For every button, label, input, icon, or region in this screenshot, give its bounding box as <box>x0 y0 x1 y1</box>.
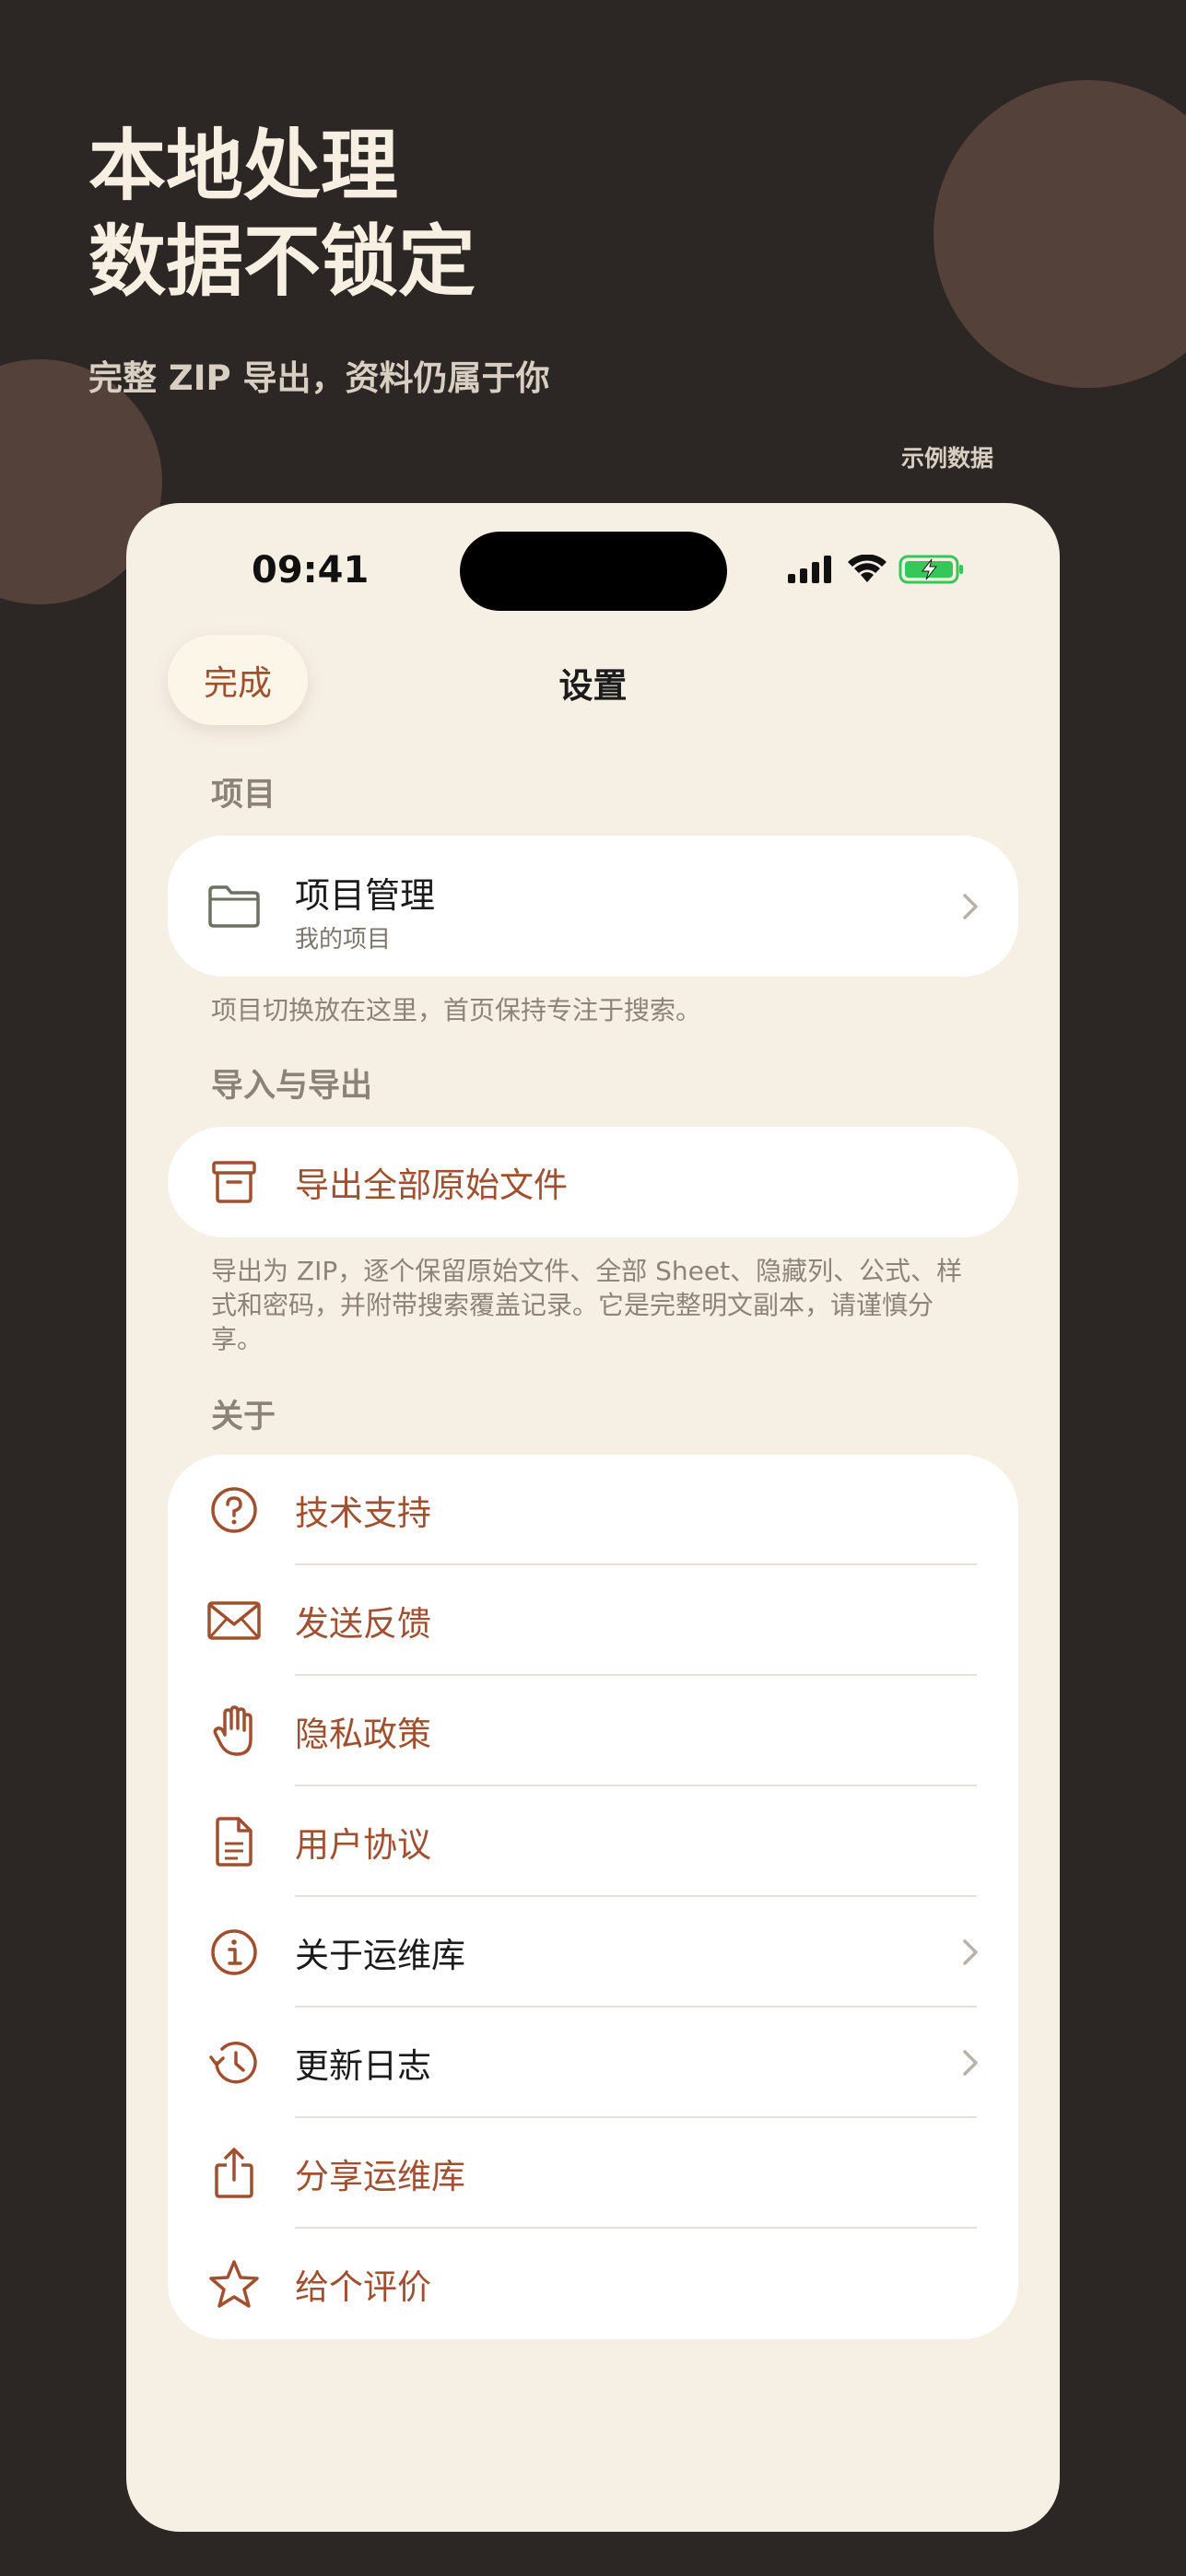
project-management-title: 项目管理 <box>295 875 436 916</box>
changelog-row[interactable]: 更新日志 <box>168 2008 1018 2118</box>
sample-data-tag: 示例数据 <box>900 445 993 472</box>
screen: 本地处理 数据不锁定 完整 ZIP 导出，资料仍属于你 示例数据 09:41 完… <box>0 0 1186 2576</box>
section-header-import-export: 导入与导出 <box>211 1068 373 1105</box>
signal-icon <box>788 556 831 583</box>
about-app-row[interactable]: 关于运维库 <box>168 1897 1018 2008</box>
hero-title-line: 数据不锁定 <box>88 217 476 307</box>
star-icon <box>206 2256 262 2312</box>
dynamic-island <box>460 532 727 611</box>
chevron-right-icon <box>963 2050 978 2076</box>
privacy-label: 隐私政策 <box>295 1715 431 1754</box>
envelope-icon <box>206 1593 262 1648</box>
about-card: 技术支持 发送反馈 隐私政策 用户协议 关于运维库 更新日志 分享运维库 给个评… <box>168 1455 1018 2339</box>
rate-row[interactable]: 给个评价 <box>168 2229 1018 2339</box>
export-card: 导出全部原始文件 <box>168 1127 1018 1237</box>
archive-icon <box>206 1154 262 1210</box>
feedback-row[interactable]: 发送反馈 <box>168 1565 1018 1676</box>
history-icon <box>206 2035 262 2090</box>
project-management-subtitle: 我的项目 <box>295 926 392 954</box>
status-icons <box>788 551 965 588</box>
export-all-label: 导出全部原始文件 <box>295 1165 568 1205</box>
support-label: 技术支持 <box>295 1493 431 1533</box>
wifi-icon <box>848 555 887 582</box>
chevron-right-icon <box>963 893 978 919</box>
decorative-circle <box>934 80 1186 388</box>
status-time: 09:41 <box>252 549 370 591</box>
terms-label: 用户协议 <box>295 1825 431 1865</box>
info-circle-icon <box>206 1925 262 1980</box>
hero-title: 本地处理 数据不锁定 <box>88 118 476 310</box>
hero-title-line: 本地处理 <box>88 121 399 211</box>
nav-title: 设置 <box>558 666 628 706</box>
phone-screen: 09:41 完成 设置 项目 项目管理 我的项目 项目切换放在这里，首页保持专注… <box>126 503 1060 2532</box>
document-icon <box>206 1814 262 1869</box>
privacy-row[interactable]: 隐私政策 <box>168 1676 1018 1786</box>
hand-icon <box>206 1704 262 1759</box>
share-label: 分享运维库 <box>295 2157 465 2196</box>
share-row[interactable]: 分享运维库 <box>168 2118 1018 2229</box>
section-header-about: 关于 <box>211 1399 276 1435</box>
question-circle-icon <box>206 1482 262 1538</box>
export-footer-note: 导出为 ZIP，逐个保留原始文件、全部 Sheet、隐藏列、公式、样式和密码，并… <box>211 1256 963 1354</box>
about-app-label: 关于运维库 <box>295 1936 465 1975</box>
terms-row[interactable]: 用户协议 <box>168 1786 1018 1897</box>
support-row[interactable]: 技术支持 <box>168 1455 1018 1565</box>
project-footer-note: 项目切换放在这里，首页保持专注于搜索。 <box>211 995 702 1025</box>
battery-charging-icon <box>898 555 963 584</box>
changelog-label: 更新日志 <box>295 2046 431 2086</box>
project-card: 项目管理 我的项目 <box>168 836 1018 977</box>
rate-label: 给个评价 <box>295 2267 431 2307</box>
folder-icon <box>206 879 262 934</box>
feedback-label: 发送反馈 <box>295 1604 431 1644</box>
export-all-row[interactable]: 导出全部原始文件 <box>168 1127 1018 1237</box>
chevron-right-icon <box>963 1939 978 1965</box>
share-icon <box>206 2146 262 2201</box>
hero-subtitle: 完整 ZIP 导出，资料仍属于你 <box>88 358 550 398</box>
project-management-row[interactable]: 项目管理 我的项目 <box>168 836 1018 977</box>
section-header-project: 项目 <box>211 777 276 814</box>
